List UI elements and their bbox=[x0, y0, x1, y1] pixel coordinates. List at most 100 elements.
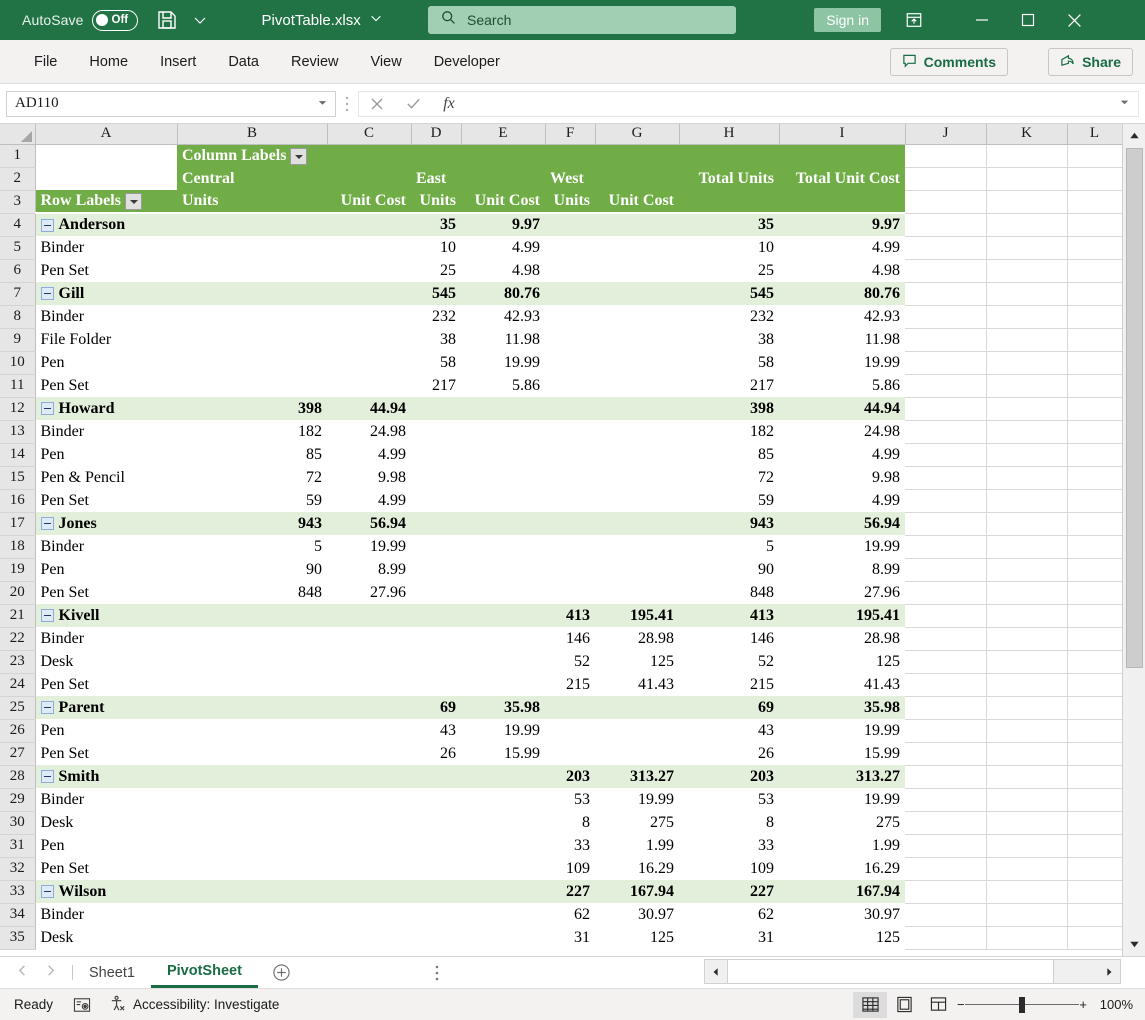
cell-f29[interactable]: 53 bbox=[545, 788, 595, 811]
cell-l34[interactable] bbox=[1067, 903, 1122, 926]
cell-f3[interactable]: Units bbox=[545, 190, 595, 213]
cell-d19[interactable] bbox=[411, 558, 461, 581]
cell-a16[interactable]: Pen Set bbox=[35, 489, 177, 512]
cell-h2[interactable]: Total Units bbox=[679, 167, 779, 190]
cell-b12[interactable]: 398 bbox=[177, 397, 327, 420]
cell-d6[interactable]: 25 bbox=[411, 259, 461, 282]
cell-l10[interactable] bbox=[1067, 351, 1122, 374]
cell-i1[interactable] bbox=[779, 144, 905, 167]
cell-b31[interactable] bbox=[177, 834, 327, 857]
cell-g14[interactable] bbox=[595, 443, 679, 466]
row-header-23[interactable]: 23 bbox=[0, 650, 35, 673]
cell-k25[interactable] bbox=[986, 696, 1067, 719]
cell-g8[interactable] bbox=[595, 305, 679, 328]
cell-l31[interactable] bbox=[1067, 834, 1122, 857]
horizontal-scroll-thumb[interactable] bbox=[727, 960, 1054, 983]
cell-f13[interactable] bbox=[545, 420, 595, 443]
column-header-c[interactable]: C bbox=[327, 124, 411, 144]
cell-g32[interactable]: 16.29 bbox=[595, 857, 679, 880]
cell-a18[interactable]: Binder bbox=[35, 535, 177, 558]
cell-c10[interactable] bbox=[327, 351, 411, 374]
cell-b18[interactable]: 5 bbox=[177, 535, 327, 558]
cell-l1[interactable] bbox=[1067, 144, 1122, 167]
cell-d30[interactable] bbox=[411, 811, 461, 834]
cell-h22[interactable]: 146 bbox=[679, 627, 779, 650]
row-header-10[interactable]: 10 bbox=[0, 351, 35, 374]
cell-d29[interactable] bbox=[411, 788, 461, 811]
cell-g26[interactable] bbox=[595, 719, 679, 742]
cell-f8[interactable] bbox=[545, 305, 595, 328]
maximize-icon[interactable] bbox=[1005, 0, 1051, 40]
cell-b21[interactable] bbox=[177, 604, 327, 627]
row-header-9[interactable]: 9 bbox=[0, 328, 35, 351]
cell-f2[interactable]: West bbox=[545, 167, 595, 190]
cell-l4[interactable] bbox=[1067, 213, 1122, 236]
cell-j35[interactable] bbox=[905, 926, 986, 949]
cell-a33[interactable]: Wilson bbox=[35, 880, 177, 903]
cell-b5[interactable] bbox=[177, 236, 327, 259]
cell-c29[interactable] bbox=[327, 788, 411, 811]
cell-i12[interactable]: 44.94 bbox=[779, 397, 905, 420]
row-header-33[interactable]: 33 bbox=[0, 880, 35, 903]
row-header-25[interactable]: 25 bbox=[0, 696, 35, 719]
row-header-2[interactable]: 2 bbox=[0, 167, 35, 190]
cell-c17[interactable]: 56.94 bbox=[327, 512, 411, 535]
cell-c20[interactable]: 27.96 bbox=[327, 581, 411, 604]
cell-h3[interactable] bbox=[679, 190, 779, 213]
tab-review[interactable]: Review bbox=[275, 48, 355, 76]
row-header-32[interactable]: 32 bbox=[0, 857, 35, 880]
cell-f31[interactable]: 33 bbox=[545, 834, 595, 857]
cell-f9[interactable] bbox=[545, 328, 595, 351]
cell-c32[interactable] bbox=[327, 857, 411, 880]
cell-d28[interactable] bbox=[411, 765, 461, 788]
cell-c13[interactable]: 24.98 bbox=[327, 420, 411, 443]
row-header-15[interactable]: 15 bbox=[0, 466, 35, 489]
cell-f6[interactable] bbox=[545, 259, 595, 282]
arrow-right-icon[interactable] bbox=[1098, 960, 1120, 983]
row-header-27[interactable]: 27 bbox=[0, 742, 35, 765]
row-header-6[interactable]: 6 bbox=[0, 259, 35, 282]
cell-a30[interactable]: Desk bbox=[35, 811, 177, 834]
cell-e11[interactable]: 5.86 bbox=[461, 374, 545, 397]
cell-e23[interactable] bbox=[461, 650, 545, 673]
row-header-30[interactable]: 30 bbox=[0, 811, 35, 834]
cell-l14[interactable] bbox=[1067, 443, 1122, 466]
collapse-minus-icon[interactable] bbox=[41, 287, 54, 300]
cell-a17[interactable]: Jones bbox=[35, 512, 177, 535]
autosave-toggle[interactable]: Off bbox=[92, 10, 138, 31]
cell-k35[interactable] bbox=[986, 926, 1067, 949]
cell-h9[interactable]: 38 bbox=[679, 328, 779, 351]
plus-circle-icon[interactable] bbox=[258, 957, 305, 988]
cell-g12[interactable] bbox=[595, 397, 679, 420]
row-header-28[interactable]: 28 bbox=[0, 765, 35, 788]
cell-j31[interactable] bbox=[905, 834, 986, 857]
cell-g27[interactable] bbox=[595, 742, 679, 765]
collapse-minus-icon[interactable] bbox=[41, 701, 54, 714]
check-icon[interactable] bbox=[395, 92, 431, 116]
cell-h21[interactable]: 413 bbox=[679, 604, 779, 627]
cell-e25[interactable]: 35.98 bbox=[461, 696, 545, 719]
cell-j4[interactable] bbox=[905, 213, 986, 236]
cell-h32[interactable]: 109 bbox=[679, 857, 779, 880]
cell-j18[interactable] bbox=[905, 535, 986, 558]
row-header-7[interactable]: 7 bbox=[0, 282, 35, 305]
column-header-e[interactable]: E bbox=[461, 124, 545, 144]
cell-j26[interactable] bbox=[905, 719, 986, 742]
cell-d15[interactable] bbox=[411, 466, 461, 489]
cell-e21[interactable] bbox=[461, 604, 545, 627]
cell-d25[interactable]: 69 bbox=[411, 696, 461, 719]
cell-g35[interactable]: 125 bbox=[595, 926, 679, 949]
cell-l12[interactable] bbox=[1067, 397, 1122, 420]
cell-f5[interactable] bbox=[545, 236, 595, 259]
cell-g11[interactable] bbox=[595, 374, 679, 397]
cell-g24[interactable]: 41.43 bbox=[595, 673, 679, 696]
cell-e14[interactable] bbox=[461, 443, 545, 466]
cell-b6[interactable] bbox=[177, 259, 327, 282]
cell-l15[interactable] bbox=[1067, 466, 1122, 489]
cell-k19[interactable] bbox=[986, 558, 1067, 581]
cell-c18[interactable]: 19.99 bbox=[327, 535, 411, 558]
cell-f33[interactable]: 227 bbox=[545, 880, 595, 903]
cell-g22[interactable]: 28.98 bbox=[595, 627, 679, 650]
cell-g34[interactable]: 30.97 bbox=[595, 903, 679, 926]
autosave-control[interactable]: AutoSave Off bbox=[22, 10, 138, 31]
